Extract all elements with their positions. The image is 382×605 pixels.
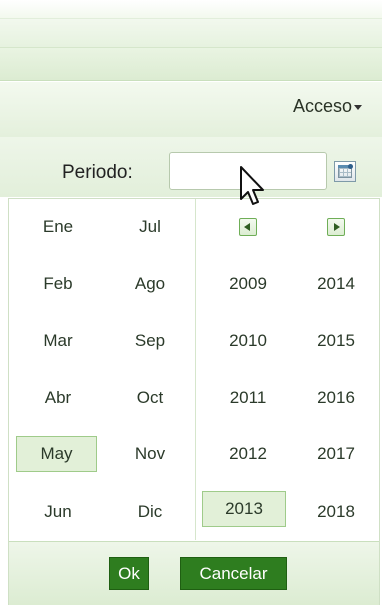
- year-cell-2012[interactable]: 2012: [214, 436, 282, 472]
- calendar-icon[interactable]: [334, 161, 356, 182]
- month-year-picker: Ene Jul Feb Ago Mar Sep Abr Oct May Nov …: [8, 198, 380, 605]
- acceso-menu-label: Acceso: [292, 96, 352, 116]
- year-cell-2014[interactable]: 2014: [302, 266, 370, 302]
- month-cell-sep[interactable]: Sep: [116, 323, 184, 359]
- month-cell-jun[interactable]: Jun: [24, 494, 92, 530]
- month-cell-jul[interactable]: Jul: [116, 209, 184, 245]
- month-cell-feb[interactable]: Feb: [24, 266, 92, 302]
- month-cell-ago[interactable]: Ago: [116, 266, 184, 302]
- month-cell-nov[interactable]: Nov: [116, 436, 184, 472]
- year-cell-2015[interactable]: 2015: [302, 323, 370, 359]
- year-cell-2011[interactable]: 2011: [214, 380, 282, 416]
- year-cell-2018[interactable]: 2018: [302, 494, 370, 530]
- month-cell-abr[interactable]: Abr: [24, 380, 92, 416]
- year-cell-2009[interactable]: 2009: [214, 266, 282, 302]
- cancel-button[interactable]: Cancelar: [180, 557, 287, 590]
- header-band-lower: [0, 48, 382, 81]
- ok-button[interactable]: Ok: [109, 557, 149, 590]
- month-cell-dic[interactable]: Dic: [116, 494, 184, 530]
- month-cell-may[interactable]: May: [16, 436, 97, 472]
- top-bar: [0, 0, 382, 19]
- month-cell-oct[interactable]: Oct: [116, 380, 184, 416]
- header-band: [0, 19, 382, 48]
- year-cell-2013[interactable]: 2013: [202, 491, 286, 527]
- year-cell-2016[interactable]: 2016: [302, 380, 370, 416]
- arrow-right-icon[interactable]: [327, 218, 345, 236]
- month-cell-mar[interactable]: Mar: [24, 323, 92, 359]
- periodo-label: Periodo:: [62, 162, 133, 183]
- acceso-menu[interactable]: Acceso: [293, 96, 362, 117]
- month-cell-ene[interactable]: Ene: [24, 209, 92, 245]
- caret-down-icon: [354, 104, 362, 110]
- months-panel: Ene Jul Feb Ago Mar Sep Abr Oct May Nov …: [9, 199, 196, 540]
- year-cell-2010[interactable]: 2010: [214, 323, 282, 359]
- years-panel: 2009 2014 2010 2015 2011 2016 2012 2017 …: [196, 199, 379, 540]
- mouse-pointer-icon: [240, 166, 264, 205]
- arrow-left-icon[interactable]: [239, 218, 257, 236]
- year-cell-2017[interactable]: 2017: [302, 436, 370, 472]
